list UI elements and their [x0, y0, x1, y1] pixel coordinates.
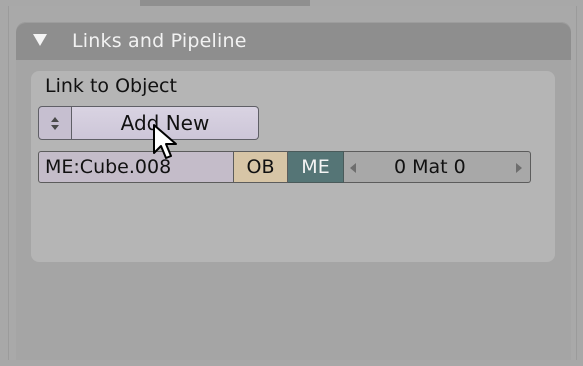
collapse-triangle-icon[interactable] — [33, 34, 47, 46]
mesh-name-field[interactable]: ME:Cube.008 — [38, 151, 234, 183]
panel-title: Links and Pipeline — [72, 30, 247, 52]
ob-button[interactable]: OB — [234, 151, 288, 183]
link-to-object-label: Link to Object — [45, 75, 177, 97]
material-index-text: 0 Mat 0 — [394, 156, 466, 178]
increment-arrow-icon[interactable] — [516, 163, 522, 173]
decrement-arrow-icon[interactable] — [350, 163, 356, 173]
material-index-field[interactable]: 0 Mat 0 — [344, 151, 531, 183]
down-arrow-icon — [51, 125, 59, 130]
up-arrow-icon — [51, 117, 59, 122]
mouse-cursor-icon — [153, 124, 177, 159]
browse-datablock-button[interactable] — [38, 106, 72, 140]
me-button[interactable]: ME — [288, 151, 344, 183]
